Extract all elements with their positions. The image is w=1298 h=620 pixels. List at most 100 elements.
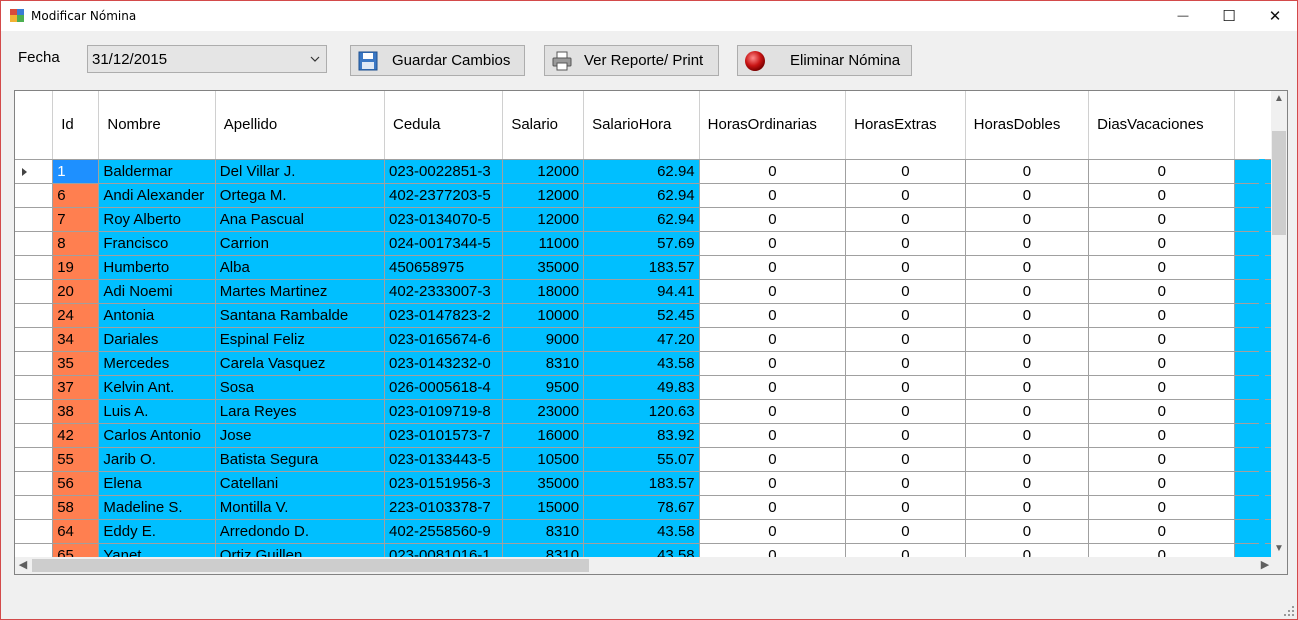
cell-id[interactable]: 56 xyxy=(52,471,100,496)
payroll-grid[interactable]: Id Nombre Apellido Cedula Salario SalarioHora… xyxy=(14,90,1288,575)
cell-diasvacaciones[interactable]: 0 xyxy=(1088,279,1236,304)
vertical-scroll-thumb[interactable] xyxy=(1272,131,1286,235)
cell-cedula[interactable]: 024-0017344-5 xyxy=(384,231,504,256)
cell-nombre[interactable]: Elena xyxy=(98,471,216,496)
cell-salariohora[interactable]: 62.94 xyxy=(583,159,700,184)
cell-nombre[interactable]: Adi Noemi xyxy=(98,279,216,304)
cell-horasordinarias[interactable]: 0 xyxy=(699,303,847,328)
cell-salario[interactable]: 12000 xyxy=(502,183,585,208)
cell-salario[interactable]: 12000 xyxy=(502,207,585,232)
cell-horasdobles[interactable]: 0 xyxy=(965,471,1090,496)
cell-cedula[interactable]: 402-2333007-3 xyxy=(384,279,504,304)
cell-id[interactable]: 42 xyxy=(52,423,100,448)
cell-salariohora[interactable]: 62.94 xyxy=(583,183,700,208)
cell-nombre[interactable]: Francisco xyxy=(98,231,216,256)
cell-horasextras[interactable]: 0 xyxy=(845,279,966,304)
cell-horasdobles[interactable]: 0 xyxy=(965,351,1090,376)
cell-salariohora[interactable]: 43.58 xyxy=(583,351,700,376)
cell-horasextras[interactable]: 0 xyxy=(845,231,966,256)
cell-cedula[interactable]: 402-2377203-5 xyxy=(384,183,504,208)
cell-horasordinarias[interactable]: 0 xyxy=(699,159,847,184)
cell-salariohora[interactable]: 94.41 xyxy=(583,279,700,304)
cell-salariohora[interactable]: 52.45 xyxy=(583,303,700,328)
cell-nombre[interactable]: Dariales xyxy=(98,327,216,352)
cell-apellido[interactable]: Carrion xyxy=(215,231,385,256)
cell-salariohora[interactable]: 43.58 xyxy=(583,543,700,557)
cell-apellido[interactable]: Sosa xyxy=(215,375,385,400)
row-header[interactable] xyxy=(15,303,54,328)
cell-horasdobles[interactable]: 0 xyxy=(965,543,1090,557)
cell-salariohora[interactable]: 49.83 xyxy=(583,375,700,400)
close-button[interactable]: ✕ xyxy=(1252,1,1298,31)
cell-salario[interactable]: 10000 xyxy=(502,303,585,328)
cell-horasordinarias[interactable]: 0 xyxy=(699,447,847,472)
cell-cedula[interactable]: 023-0022851-3 xyxy=(384,159,504,184)
table-row[interactable]: 58 Madeline S. Montilla V. 223-0103378-7 150… xyxy=(15,495,1273,520)
cell-apellido[interactable]: Batista Segura xyxy=(215,447,385,472)
cell-nombre[interactable]: Humberto xyxy=(98,255,216,280)
table-row[interactable]: 1 Baldermar Del Villar J. 023-0022851-3 1200… xyxy=(15,159,1273,184)
cell-nombre[interactable]: Luis A. xyxy=(98,399,216,424)
resize-grip-icon[interactable] xyxy=(1284,606,1294,616)
cell-diasvacaciones[interactable]: 0 xyxy=(1088,231,1236,256)
cell-overflow[interactable] xyxy=(1234,279,1273,304)
horizontal-scroll-thumb[interactable] xyxy=(32,559,589,572)
cell-horasordinarias[interactable]: 0 xyxy=(699,207,847,232)
cell-cedula[interactable]: 023-0151956-3 xyxy=(384,471,504,496)
cell-overflow[interactable] xyxy=(1234,543,1273,557)
cell-horasdobles[interactable]: 0 xyxy=(965,447,1090,472)
cell-horasdobles[interactable]: 0 xyxy=(965,159,1090,184)
cell-diasvacaciones[interactable]: 0 xyxy=(1088,519,1236,544)
cell-id[interactable]: 65 xyxy=(52,543,100,557)
cell-overflow[interactable] xyxy=(1234,255,1273,280)
cell-horasextras[interactable]: 0 xyxy=(845,159,966,184)
corner-header[interactable] xyxy=(15,91,54,160)
cell-salario[interactable]: 35000 xyxy=(502,471,585,496)
cell-salario[interactable]: 8310 xyxy=(502,519,585,544)
cell-horasdobles[interactable]: 0 xyxy=(965,231,1090,256)
cell-id[interactable]: 55 xyxy=(52,447,100,472)
cell-apellido[interactable]: Jose xyxy=(215,423,385,448)
cell-horasextras[interactable]: 0 xyxy=(845,447,966,472)
row-header[interactable] xyxy=(15,255,54,280)
cell-id[interactable]: 64 xyxy=(52,519,100,544)
cell-id[interactable]: 7 xyxy=(52,207,100,232)
cell-diasvacaciones[interactable]: 0 xyxy=(1088,183,1236,208)
table-row[interactable]: 35 Mercedes Carela Vasquez 023-0143232-0 831… xyxy=(15,351,1273,376)
cell-horasordinarias[interactable]: 0 xyxy=(699,255,847,280)
maximize-button[interactable]: ☐ xyxy=(1206,1,1252,31)
cell-diasvacaciones[interactable]: 0 xyxy=(1088,159,1236,184)
cell-nombre[interactable]: Carlos Antonio xyxy=(98,423,216,448)
row-header[interactable] xyxy=(15,495,54,520)
cell-overflow[interactable] xyxy=(1234,207,1273,232)
cell-horasdobles[interactable]: 0 xyxy=(965,303,1090,328)
cell-cedula[interactable]: 023-0081016-1 xyxy=(384,543,504,557)
cell-id[interactable]: 24 xyxy=(52,303,100,328)
cell-horasdobles[interactable]: 0 xyxy=(965,495,1090,520)
cell-overflow[interactable] xyxy=(1234,447,1273,472)
cell-horasordinarias[interactable]: 0 xyxy=(699,543,847,557)
cell-diasvacaciones[interactable]: 0 xyxy=(1088,375,1236,400)
report-print-button[interactable]: Ver Reporte/ Print xyxy=(544,45,719,76)
cell-overflow[interactable] xyxy=(1234,519,1273,544)
cell-cedula[interactable]: 223-0103378-7 xyxy=(384,495,504,520)
cell-nombre[interactable]: Andi Alexander xyxy=(98,183,216,208)
cell-apellido[interactable]: Arredondo D. xyxy=(215,519,385,544)
cell-id[interactable]: 37 xyxy=(52,375,100,400)
cell-horasordinarias[interactable]: 0 xyxy=(699,279,847,304)
horizontal-scrollbar[interactable]: ◀ ▶ xyxy=(15,557,1287,574)
cell-horasordinarias[interactable]: 0 xyxy=(699,519,847,544)
cell-salario[interactable]: 11000 xyxy=(502,231,585,256)
cell-apellido[interactable]: Carela Vasquez xyxy=(215,351,385,376)
cell-horasordinarias[interactable]: 0 xyxy=(699,327,847,352)
column-header-cedula[interactable]: Cedula xyxy=(384,91,504,160)
cell-salario[interactable]: 23000 xyxy=(502,399,585,424)
table-row[interactable]: 19 Humberto Alba 450658975 35000 183.57 0 0 0 0 xyxy=(15,255,1273,280)
cell-horasextras[interactable]: 0 xyxy=(845,207,966,232)
cell-id[interactable]: 20 xyxy=(52,279,100,304)
column-header-horasordinarias[interactable]: HorasOrdinarias xyxy=(699,91,847,160)
cell-id[interactable]: 58 xyxy=(52,495,100,520)
cell-salariohora[interactable]: 183.57 xyxy=(583,471,700,496)
cell-id[interactable]: 8 xyxy=(52,231,100,256)
cell-overflow[interactable] xyxy=(1234,399,1273,424)
